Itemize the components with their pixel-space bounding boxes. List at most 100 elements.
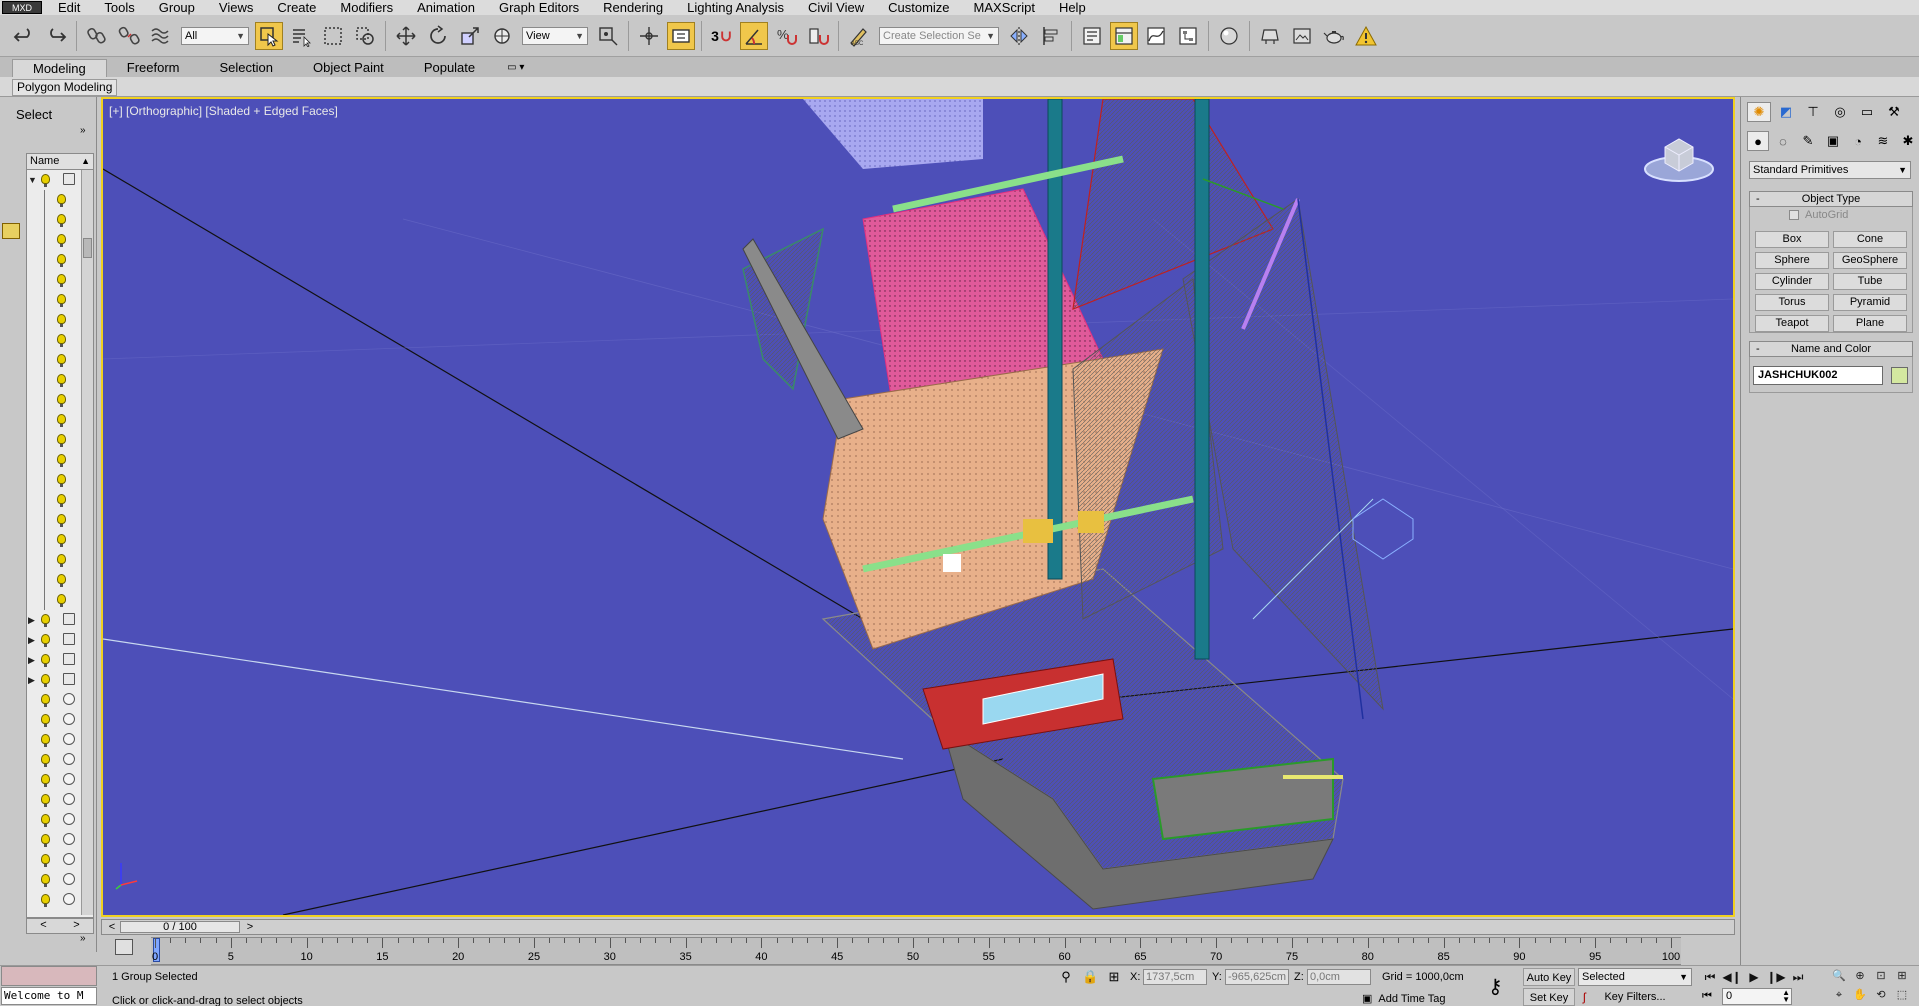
- expand-arrows-icon[interactable]: »: [80, 933, 86, 944]
- viewport-label[interactable]: [+] [Orthographic] [Shaded + Edged Faces…: [109, 104, 338, 118]
- zoom-extents-all-icon[interactable]: ⊞: [1893, 968, 1911, 984]
- helpers-icon[interactable]: ◔: [1847, 131, 1869, 151]
- align-button[interactable]: [1037, 22, 1065, 50]
- name-column-header[interactable]: Name ▲: [27, 154, 93, 170]
- go-to-end-icon[interactable]: ⏭: [1788, 968, 1808, 986]
- polygon-modeling-panel-label[interactable]: Polygon Modeling: [12, 79, 118, 96]
- shapes-icon[interactable]: ◌: [1772, 131, 1794, 151]
- menu-edit[interactable]: Edit: [46, 0, 92, 15]
- object-color-swatch[interactable]: [1891, 367, 1908, 384]
- spinner-icon[interactable]: ▲ ▼: [1782, 989, 1790, 1004]
- menu-group[interactable]: Group: [147, 0, 207, 15]
- y-coord-field[interactable]: -965,625cm: [1225, 969, 1289, 985]
- expand-arrow-icon[interactable]: ▶: [28, 635, 35, 646]
- menu-civil-view[interactable]: Civil View: [796, 0, 876, 15]
- menu-graph-editors[interactable]: Graph Editors: [487, 0, 591, 15]
- viewcube-icon[interactable]: [1643, 129, 1715, 185]
- select-object-button[interactable]: [255, 21, 283, 50]
- menu-rendering[interactable]: Rendering: [591, 0, 675, 15]
- reference-coordinate-dropdown[interactable]: View ▼: [522, 26, 588, 45]
- lightbulb-visibility-icon[interactable]: [57, 234, 66, 247]
- previous-frame-button[interactable]: <: [104, 920, 120, 934]
- autogrid-checkbox[interactable]: AutoGrid: [1789, 209, 1848, 221]
- select-and-link-button[interactable]: [83, 22, 111, 50]
- set-keys-icon[interactable]: ⚷: [1488, 974, 1503, 999]
- tab-modeling[interactable]: Modeling: [12, 59, 107, 77]
- selection-filter-dropdown[interactable]: All ▼: [181, 26, 249, 45]
- lightbulb-visibility-icon[interactable]: [41, 734, 50, 747]
- maxscript-listener-macro[interactable]: [1, 966, 97, 986]
- lightbulb-visibility-icon[interactable]: [57, 594, 66, 607]
- snaps-toggle-button[interactable]: 3: [708, 22, 736, 50]
- rectangular-selection-button[interactable]: [319, 22, 347, 50]
- menu-maxscript[interactable]: MAXScript: [962, 0, 1047, 15]
- primitive-category-dropdown[interactable]: Standard Primitives ▼: [1749, 161, 1911, 179]
- go-to-start-icon[interactable]: ⏮: [1700, 968, 1720, 986]
- spinner-snap-button[interactable]: [804, 22, 832, 50]
- select-and-rotate-button[interactable]: [424, 22, 452, 50]
- motion-tab-icon[interactable]: ◎: [1828, 102, 1852, 122]
- maxscript-listener-output[interactable]: Welcome to M: [1, 987, 97, 1005]
- camera-light-icon[interactable]: [2, 223, 20, 239]
- expand-arrows-icon[interactable]: »: [80, 125, 86, 136]
- menu-views[interactable]: Views: [207, 0, 265, 15]
- orbit-icon[interactable]: ⟲: [1872, 987, 1890, 1003]
- cameras-icon[interactable]: ▣: [1822, 131, 1844, 151]
- tube-button[interactable]: Tube: [1833, 273, 1907, 290]
- set-key-button[interactable]: Set Key: [1523, 988, 1575, 1006]
- expand-arrow-icon[interactable]: ▶: [28, 655, 35, 666]
- expand-arrow-icon[interactable]: ▶: [28, 675, 35, 686]
- named-selection-sets-dropdown[interactable]: Create Selection Se ▼: [879, 26, 999, 45]
- scene-explorer-scrollbar[interactable]: [81, 170, 93, 915]
- select-by-name-button[interactable]: [287, 22, 315, 50]
- frame-ruler[interactable]: 0 5 10 15 20 25 30 35 40 45 50 55 60 65 70 75 80 85 90 95 10…: [151, 937, 1681, 965]
- unlink-selection-button[interactable]: [115, 22, 143, 50]
- scrollbar-thumb[interactable]: [83, 238, 92, 258]
- lightbulb-visibility-icon[interactable]: [57, 374, 66, 387]
- mirror-button[interactable]: [1005, 22, 1033, 50]
- schematic-view-button[interactable]: [1174, 22, 1202, 50]
- track-view-icon[interactable]: [115, 939, 133, 955]
- lightbulb-visibility-icon[interactable]: [41, 834, 50, 847]
- undo-button[interactable]: [10, 22, 38, 50]
- zoom-extents-icon[interactable]: ⊡: [1872, 968, 1890, 984]
- lightbulb-visibility-icon[interactable]: [57, 574, 66, 587]
- keyboard-shortcut-override-button[interactable]: [667, 21, 695, 50]
- zoom-icon[interactable]: 🔍: [1830, 968, 1848, 984]
- menu-animation[interactable]: Animation: [405, 0, 487, 15]
- x-coord-field[interactable]: 1737,5cm: [1143, 969, 1207, 985]
- lightbulb-visibility-icon[interactable]: [57, 474, 66, 487]
- tab-object-paint[interactable]: Object Paint: [293, 59, 404, 77]
- lightbulb-visibility-icon[interactable]: [57, 254, 66, 267]
- select-and-place-button[interactable]: [488, 22, 516, 50]
- systems-icon[interactable]: ✱: [1897, 131, 1919, 151]
- teapot-button[interactable]: Teapot: [1755, 315, 1829, 332]
- lightbulb-visibility-icon[interactable]: [57, 354, 66, 367]
- render-setup-button[interactable]: [1256, 22, 1284, 50]
- scroll-left-icon[interactable]: <: [40, 919, 46, 933]
- pyramid-button[interactable]: Pyramid: [1833, 294, 1907, 311]
- lightbulb-visibility-icon[interactable]: [41, 674, 50, 687]
- lightbulb-visibility-icon[interactable]: [41, 634, 50, 647]
- z-coord-field[interactable]: 0,0cm: [1307, 969, 1371, 985]
- create-tab-icon[interactable]: ✺: [1747, 102, 1771, 122]
- add-time-tag-button[interactable]: ▣ Add Time Tag: [1362, 992, 1445, 1006]
- curve-editor-button[interactable]: [1142, 22, 1170, 50]
- material-editor-button[interactable]: [1215, 22, 1243, 50]
- render-production-button[interactable]: [1320, 22, 1348, 50]
- utilities-tab-icon[interactable]: ⚒: [1882, 102, 1906, 122]
- hierarchy-tab-icon[interactable]: ⊤: [1801, 102, 1825, 122]
- auto-key-button[interactable]: Auto Key: [1523, 968, 1575, 986]
- lights-icon[interactable]: ✎: [1797, 131, 1819, 151]
- field-of-view-icon[interactable]: ⌖: [1830, 987, 1848, 1003]
- perspective-viewport[interactable]: [+] [Orthographic] [Shaded + Edged Faces…: [101, 97, 1735, 917]
- display-tab-icon[interactable]: ▭: [1855, 102, 1879, 122]
- lightbulb-visibility-icon[interactable]: [57, 454, 66, 467]
- box-button[interactable]: Box: [1755, 231, 1829, 248]
- menu-customize[interactable]: Customize: [876, 0, 961, 15]
- toggle-scene-explorer-button[interactable]: [1078, 22, 1106, 50]
- key-filters-button[interactable]: Key Filters...: [1580, 988, 1690, 1006]
- torus-button[interactable]: Torus: [1755, 294, 1829, 311]
- geometry-icon[interactable]: ●: [1747, 131, 1769, 151]
- application-button[interactable]: MXD: [2, 1, 42, 14]
